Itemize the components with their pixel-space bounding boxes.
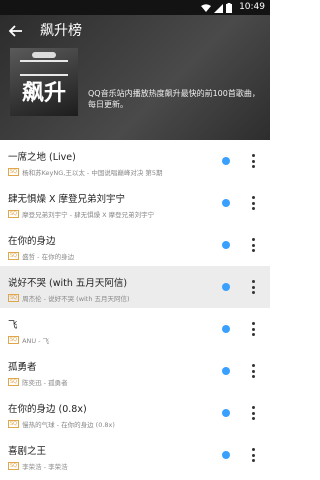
song-row-selected[interactable]: 说好不哭 (with 五月天阿信) SQ 周杰伦 - 说好不哭 (with 五月天… (0, 266, 270, 308)
song-artist-album: 陈奕迅 - 孤勇者 (22, 379, 68, 387)
song-title: 一席之地 (Live) (8, 152, 76, 163)
play-icon[interactable] (222, 367, 230, 375)
quality-badge: SQ (8, 294, 20, 302)
cover-logo (32, 52, 56, 58)
quality-badge: SQ (8, 336, 20, 344)
quality-badge: SQ (8, 252, 20, 260)
song-subtitle: SQ 摩登兄弟刘宇宁 - 肆无惧燥 X 摩登兄弟刘宇宁 (8, 209, 154, 219)
song-artist-album: 杨和苏KeyNG,王以太 - 中国说唱巅峰对决 第5期 (22, 169, 163, 177)
song-title: 在你的身边 (8, 236, 56, 247)
song-row[interactable]: 在你的身边 (0.8x) SQ 慢热的气球 - 在你的身边 (0.8x) (0, 392, 270, 434)
cover-decoration (20, 60, 68, 76)
chart-description: QQ音乐站内播放热度飙升最快的前100首歌曲，每日更新。 (88, 89, 260, 109)
song-artist-album: 周杰伦 - 说好不哭 (with 五月天阿信) (22, 295, 130, 303)
status-bar: 10:49 (0, 0, 270, 15)
more-vert-icon[interactable] (252, 364, 255, 378)
play-icon[interactable] (222, 157, 230, 165)
more-vert-icon[interactable] (252, 196, 255, 210)
song-artist-album: 盛哲 - 在你的身边 (22, 253, 75, 261)
more-vert-icon[interactable] (252, 238, 255, 252)
song-subtitle: SQ 陈奕迅 - 孤勇者 (8, 377, 68, 387)
song-subtitle: SQ 盛哲 - 在你的身边 (8, 251, 74, 261)
song-artist-album: ANU - 飞 (22, 337, 50, 345)
song-row[interactable]: 飞 SQ ANU - 飞 (0, 308, 270, 350)
chart-cover-image: 飙升 (10, 48, 78, 116)
song-title: 说好不哭 (with 五月天阿信) (8, 278, 128, 289)
quality-badge: SQ (8, 378, 20, 386)
play-icon[interactable] (222, 283, 230, 291)
song-title: 飞 (8, 320, 18, 331)
song-subtitle: SQ ANU - 飞 (8, 335, 49, 345)
song-row[interactable]: 孤勇者 SQ 陈奕迅 - 孤勇者 (0, 350, 270, 392)
song-row[interactable]: 一席之地 (Live) SQ 杨和苏KeyNG,王以太 - 中国说唱巅峰对决 第5… (0, 140, 270, 182)
song-list: 一席之地 (Live) SQ 杨和苏KeyNG,王以太 - 中国说唱巅峰对决 第5… (0, 140, 270, 476)
page-title: 飙升榜 (40, 23, 82, 39)
wifi-icon (201, 3, 211, 12)
quality-badge: SQ (8, 420, 20, 428)
song-artist-album: 李荣浩 - 李荣浩 (22, 463, 68, 471)
song-title: 肆无惧燥 X 摩登兄弟刘宇宁 (8, 194, 126, 205)
battery-icon (226, 3, 232, 13)
song-artist-album: 摩登兄弟刘宇宁 - 肆无惧燥 X 摩登兄弟刘宇宁 (22, 211, 155, 219)
quality-badge: SQ (8, 210, 20, 218)
more-vert-icon[interactable] (252, 154, 255, 168)
quality-badge: SQ (8, 462, 20, 470)
more-vert-icon[interactable] (252, 406, 255, 420)
more-vert-icon[interactable] (252, 448, 255, 462)
play-icon[interactable] (222, 325, 230, 333)
song-artist-album: 慢热的气球 - 在你的身边 (0.8x) (22, 421, 115, 429)
play-icon[interactable] (222, 241, 230, 249)
song-title: 孤勇者 (8, 362, 37, 373)
status-icons (201, 3, 232, 13)
back-arrow-icon[interactable] (8, 23, 24, 39)
signal-icon (214, 3, 223, 13)
play-icon[interactable] (222, 199, 230, 207)
song-subtitle: SQ 周杰伦 - 说好不哭 (with 五月天阿信) (8, 293, 130, 303)
clock: 10:49 (239, 2, 265, 12)
song-subtitle: SQ 李荣浩 - 李荣浩 (8, 461, 68, 471)
more-vert-icon[interactable] (252, 322, 255, 336)
song-subtitle: SQ 慢热的气球 - 在你的身边 (0.8x) (8, 419, 115, 429)
song-subtitle: SQ 杨和苏KeyNG,王以太 - 中国说唱巅峰对决 第5期 (8, 167, 163, 177)
quality-badge: SQ (8, 168, 20, 176)
song-title: 在你的身边 (0.8x) (8, 404, 87, 415)
play-icon[interactable] (222, 451, 230, 459)
song-row[interactable]: 肆无惧燥 X 摩登兄弟刘宇宁 SQ 摩登兄弟刘宇宁 - 肆无惧燥 X 摩登兄弟刘宇… (0, 182, 270, 224)
cover-title: 飙升 (21, 81, 66, 106)
song-title: 喜剧之王 (8, 446, 47, 457)
song-row[interactable]: 在你的身边 SQ 盛哲 - 在你的身边 (0, 224, 270, 266)
more-vert-icon[interactable] (252, 280, 255, 294)
song-row[interactable]: 喜剧之王 SQ 李荣浩 - 李荣浩 (0, 434, 270, 476)
play-icon[interactable] (222, 409, 230, 417)
